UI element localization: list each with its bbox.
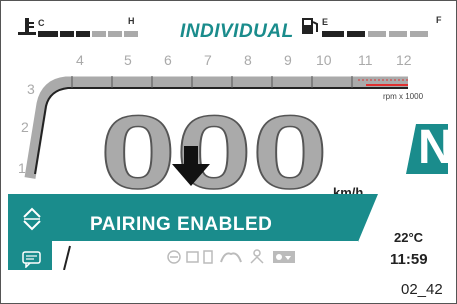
indicator-icons-row xyxy=(167,249,295,264)
instrument-display: C H INDIVIDUAL E F 1 2 3 4 5 6 7 8 9 10 … xyxy=(8,8,453,270)
indicator-icon-2 xyxy=(186,251,199,263)
ambient-temperature: 22°C xyxy=(394,230,424,245)
speed-value: 000 xyxy=(100,108,328,193)
scroll-arrows-icon[interactable] xyxy=(22,206,42,232)
indicator-icon-4 xyxy=(220,252,242,263)
notification-text: PAIRING ENABLED xyxy=(90,214,273,235)
indicator-icon-1 xyxy=(167,250,181,264)
clock: 11:59 xyxy=(390,251,428,268)
gear-indicator: N xyxy=(418,121,453,174)
speed-down-arrow-icon xyxy=(172,146,210,186)
rpm-unit-label: rpm x 1000 xyxy=(383,92,424,101)
figure-reference: 02_42 xyxy=(401,281,443,298)
indicator-icon-6 xyxy=(273,251,295,263)
indicator-icon-5 xyxy=(250,249,264,264)
speed-display: 000 xyxy=(100,108,329,193)
indicator-icon-3 xyxy=(203,250,213,264)
message-icon[interactable] xyxy=(21,250,43,268)
